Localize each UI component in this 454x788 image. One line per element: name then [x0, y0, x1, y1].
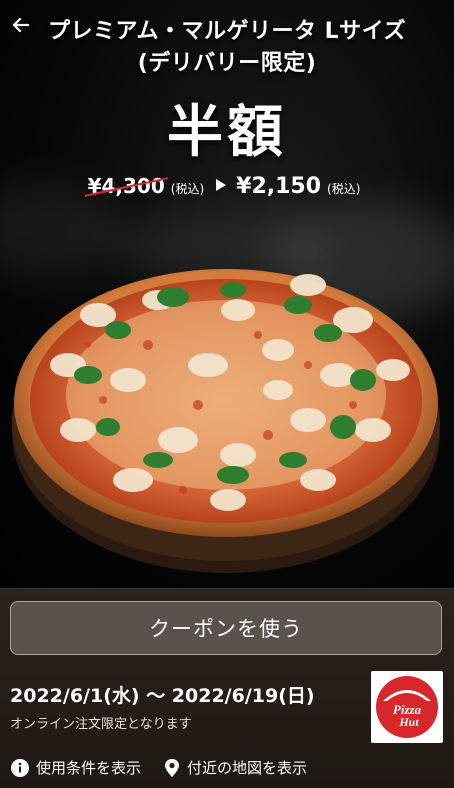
product-title-line1: プレミアム・マルゲリータ Lサイズ: [48, 19, 406, 44]
footer-links: 使用条件を表示 付近の地図を表示: [10, 757, 307, 778]
location-pin-icon: [165, 758, 180, 777]
coupon-period: 2022/6/1(水) 〜 2022/6/19(日): [10, 685, 315, 707]
logo-text-hut: Hut: [398, 715, 419, 729]
product-title: プレミアム・マルゲリータ Lサイズ (デリバリー限定): [0, 16, 454, 80]
map-link-label: 付近の地図を表示: [187, 759, 308, 777]
terms-link-label: 使用条件を表示: [36, 759, 142, 777]
info-icon: [11, 758, 29, 777]
new-price: ¥2,150: [236, 174, 322, 199]
coupon-note: オンライン注文限定となります: [10, 717, 192, 732]
price-arrow-icon: [216, 179, 227, 191]
old-price: ¥4,300: [87, 174, 165, 198]
coupon-panel: クーポンを使う 2022/6/1(水) 〜 2022/6/19(日) オンライン…: [0, 588, 454, 788]
price-row: ¥4,300 (税込) ¥2,150 (税込): [0, 174, 454, 199]
pizza-hut-logo: Pizza Hut: [371, 671, 443, 743]
pizza-image: [8, 255, 444, 575]
discount-headline: 半額: [167, 100, 287, 165]
old-price-tax: (税込): [170, 182, 205, 196]
product-title-line2: (デリバリー限定): [137, 51, 317, 76]
use-coupon-button[interactable]: クーポンを使う: [10, 601, 442, 655]
map-link[interactable]: 付近の地図を表示: [163, 757, 307, 778]
terms-link[interactable]: 使用条件を表示: [10, 757, 141, 778]
hero-image: プレミアム・マルゲリータ Lサイズ (デリバリー限定) 半額 ¥4,300 (税込…: [0, 0, 454, 588]
new-price-tax: (税込): [327, 182, 361, 196]
